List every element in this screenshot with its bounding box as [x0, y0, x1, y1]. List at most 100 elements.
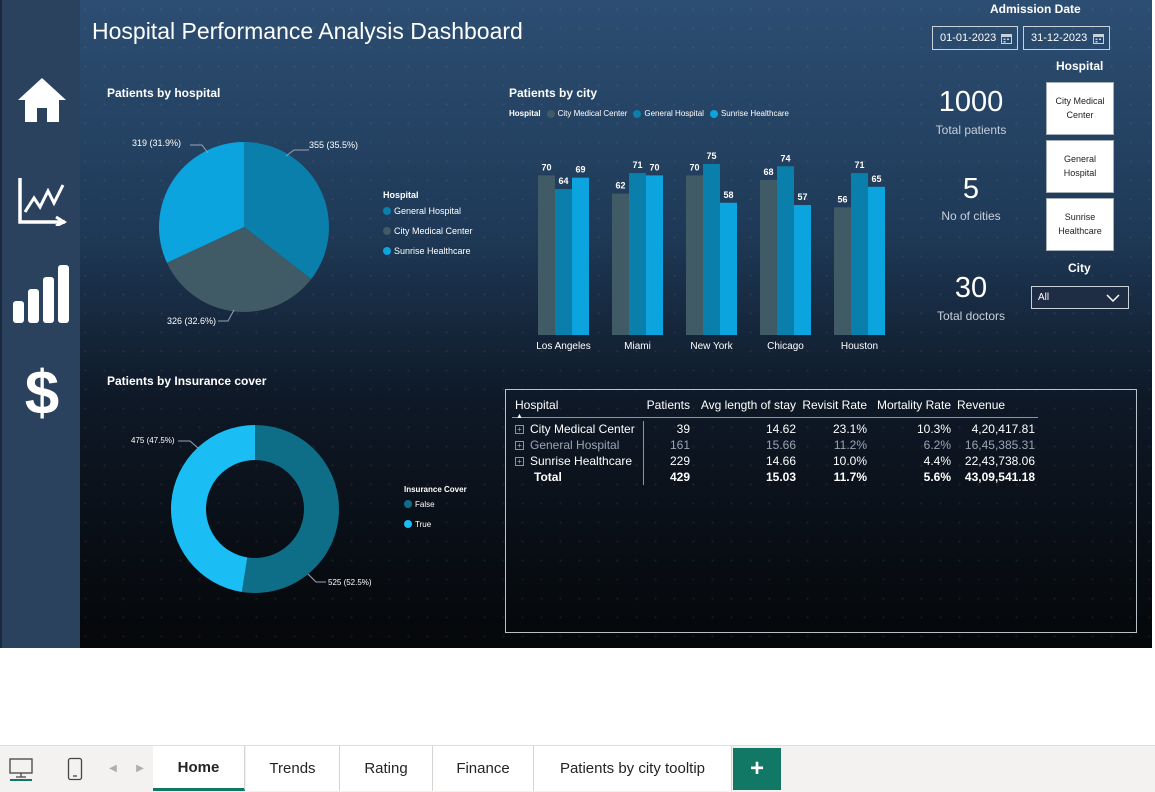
- kpi-total-patients-value: 1000: [938, 86, 1004, 118]
- bar-data-label: 71: [854, 160, 864, 170]
- tab-finance[interactable]: Finance: [433, 746, 534, 791]
- header-label: Hospital: [515, 398, 559, 413]
- legend-item-city-medical-center[interactable]: City Medical Center: [383, 221, 473, 241]
- row-revisit-cell: 23.1%: [832, 422, 867, 436]
- table-row[interactable]: + City Medical Center 39 14.62 23.1% 10.3…: [512, 421, 1038, 437]
- bar-general-hospital[interactable]: [703, 164, 720, 335]
- tab-scroll-right-icon[interactable]: ▶: [131, 746, 149, 791]
- bar-general-hospital[interactable]: [851, 173, 868, 335]
- bar-legend-item-sunrise-healthcare[interactable]: Sunrise Healthcare: [709, 109, 790, 118]
- row-hospital-cell: + City Medical Center: [512, 421, 644, 437]
- nav-home-button[interactable]: [10, 68, 74, 132]
- donut-insurance-title: Patients by Insurance cover: [107, 374, 267, 388]
- desktop-layout-button[interactable]: [4, 746, 38, 791]
- pie-leader-line: [285, 149, 309, 157]
- row-revisit-cell: 11.2%: [833, 438, 867, 452]
- kpi-no-of-cities-value: 5: [962, 173, 980, 205]
- tab-trends[interactable]: Trends: [246, 746, 340, 791]
- end-date-value: 31-12-2023: [1031, 32, 1088, 44]
- matrix-header-revisit-rate[interactable]: Revisit Rate: [799, 394, 870, 418]
- bar-sunrise-healthcare[interactable]: [794, 205, 811, 335]
- cell-text: General Hospital: [530, 438, 620, 452]
- bar-general-hospital[interactable]: [777, 166, 794, 335]
- canvas: $ Hospital Performance Analysis Dashboar…: [0, 0, 1155, 792]
- home-icon: [18, 78, 66, 122]
- report-canvas: $ Hospital Performance Analysis Dashboar…: [0, 0, 1152, 648]
- table-row[interactable]: + Sunrise Healthcare 229 14.66 10.0% 4.4%…: [512, 453, 1038, 469]
- bar-legend-title: Hospital: [509, 109, 541, 118]
- donut-slice-true[interactable]: [171, 425, 255, 592]
- row-patients-cell: 39: [676, 422, 690, 436]
- nav-finance-button[interactable]: $: [10, 362, 74, 426]
- bar-data-label: 68: [763, 167, 773, 177]
- legend-item-sunrise-healthcare[interactable]: Sunrise Healthcare: [383, 241, 473, 261]
- tab-patients-by-city-tooltip[interactable]: Patients by city tooltip: [534, 746, 732, 791]
- expand-icon[interactable]: +: [515, 457, 524, 466]
- nav-trends-button[interactable]: [10, 168, 74, 232]
- kpi-total-doctors-label: Total doctors: [936, 309, 1006, 323]
- phone-icon: [67, 757, 83, 780]
- x-axis-tick-label: Miami: [624, 341, 651, 352]
- tab-rating[interactable]: Rating: [340, 746, 433, 791]
- bar-city-medical-center[interactable]: [834, 207, 851, 335]
- matrix-header-mortality-rate[interactable]: Mortality Rate: [870, 394, 954, 418]
- bar-data-label: 75: [706, 151, 716, 161]
- pie-hospital-legend: Hospital General Hospital City Medical C…: [383, 190, 473, 261]
- legend-label: True: [415, 519, 432, 529]
- bar-sunrise-healthcare[interactable]: [868, 186, 885, 335]
- page-tab-bar: ◀ ▶ Home Trends Rating Finance Patients …: [0, 745, 1155, 792]
- kpi-total-patients-label: Total patients: [935, 123, 1007, 137]
- matrix-header-revenue[interactable]: Revenue: [954, 394, 1038, 418]
- legend-item-general-hospital[interactable]: General Hospital: [383, 201, 473, 221]
- row-patients-cell: 229: [669, 454, 690, 468]
- bar-city-medical-center[interactable]: [538, 175, 555, 335]
- mobile-layout-button[interactable]: [62, 746, 88, 791]
- nav-rating-button[interactable]: [10, 262, 74, 326]
- row-revenue-cell: 22,43,738.06: [964, 454, 1035, 468]
- hospital-option-general-hospital[interactable]: General Hospital: [1046, 140, 1114, 193]
- bar-general-hospital[interactable]: [555, 189, 572, 335]
- pie-leader-line: [218, 309, 235, 322]
- row-revisit-cell: 10.0%: [832, 454, 867, 468]
- sidebar: $: [0, 0, 80, 648]
- matrix-header-hospital[interactable]: Hospital ▲: [512, 394, 643, 420]
- matrix-header-patients[interactable]: Patients: [643, 394, 693, 418]
- legend-item-true[interactable]: True: [404, 514, 467, 534]
- donut-label-true: 475 (47.5%): [131, 436, 175, 445]
- tab-scroll-left-icon[interactable]: ◀: [104, 746, 122, 791]
- hospital-option-city-medical-center[interactable]: City Medical Center: [1046, 82, 1114, 135]
- matrix-header-avg-length-of-stay[interactable]: Avg length of stay: [693, 394, 799, 418]
- bar-sunrise-healthcare[interactable]: [720, 202, 737, 335]
- bar-sunrise-healthcare[interactable]: [646, 175, 663, 335]
- tab-home[interactable]: Home: [153, 746, 245, 791]
- city-dropdown-value: All: [1038, 292, 1050, 303]
- expand-icon[interactable]: +: [515, 441, 524, 450]
- bar-data-label: 58: [723, 190, 733, 200]
- bar-general-hospital[interactable]: [629, 173, 646, 335]
- bar-city-chart[interactable]: 70 64 69 Los Angeles 62 71 70 Miami 70 75 58 New Yo…: [500, 130, 920, 360]
- hospital-option-sunrise-healthcare[interactable]: Sunrise Healthcare: [1046, 198, 1114, 251]
- bar-city-medical-center[interactable]: [612, 193, 629, 335]
- donut-slice-false[interactable]: [241, 425, 339, 593]
- bar-city-medical-center[interactable]: [686, 175, 703, 335]
- calendar-icon: [1093, 33, 1104, 44]
- bar-city-medical-center[interactable]: [760, 179, 777, 335]
- bar-legend-item-city-medical-center[interactable]: City Medical Center: [546, 109, 627, 118]
- city-dropdown[interactable]: All: [1031, 286, 1129, 309]
- bar-legend-item-general-hospital[interactable]: General Hospital: [633, 109, 704, 118]
- total-mortality-cell: 5.6%: [923, 470, 951, 484]
- expand-icon[interactable]: +: [515, 425, 524, 434]
- start-date-input[interactable]: 01-01-2023: [932, 26, 1018, 50]
- end-date-input[interactable]: 31-12-2023: [1023, 26, 1110, 50]
- legend-item-false[interactable]: False: [404, 494, 467, 514]
- start-date-value: 01-01-2023: [940, 32, 997, 44]
- x-axis-tick-label: Los Angeles: [536, 341, 591, 352]
- legend-label: Sunrise Healthcare: [720, 109, 790, 118]
- add-page-button[interactable]: +: [733, 748, 781, 790]
- bar-sunrise-healthcare[interactable]: [572, 177, 589, 335]
- total-revisit-cell: 11.7%: [833, 470, 867, 484]
- row-mortality-cell: 10.3%: [916, 422, 951, 436]
- hospital-slicer-label: Hospital: [1056, 59, 1104, 73]
- table-row[interactable]: + General Hospital 161 15.66 11.2% 6.2% 1…: [512, 437, 1038, 453]
- bar-data-label: 71: [632, 160, 642, 170]
